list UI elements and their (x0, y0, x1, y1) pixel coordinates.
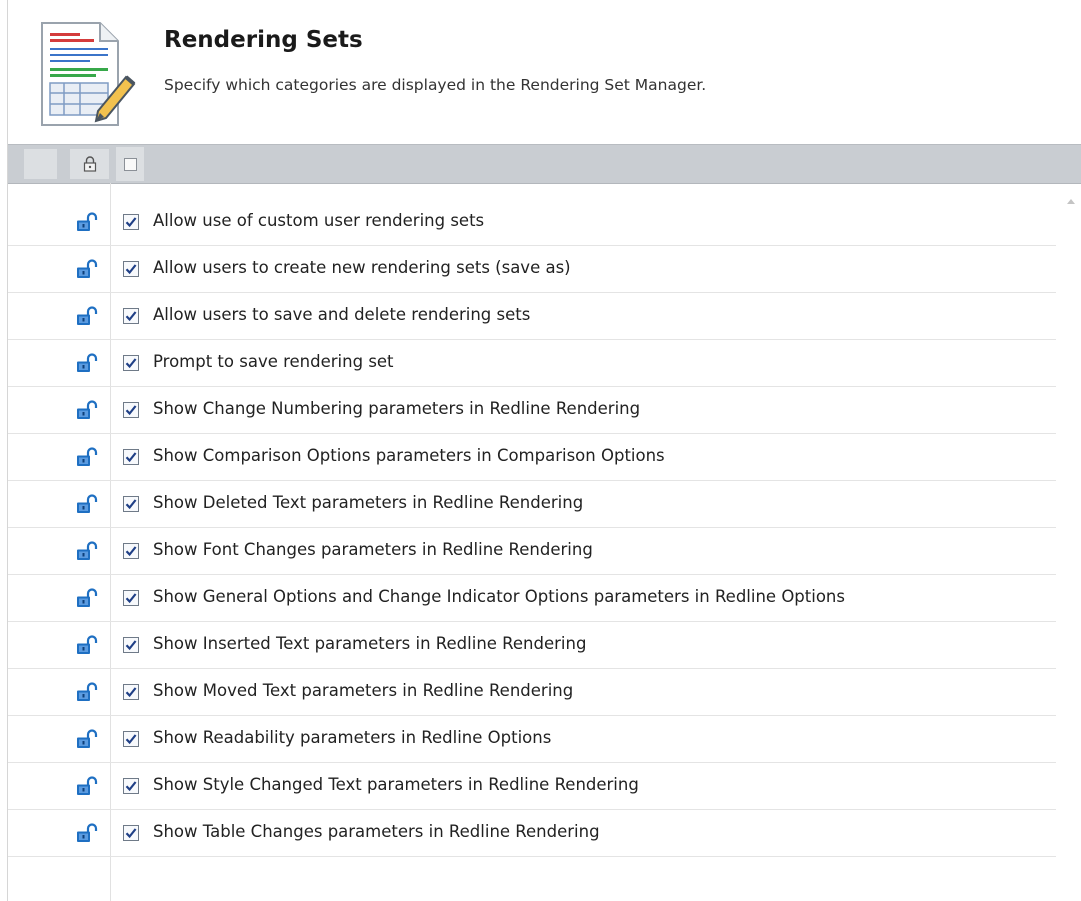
item-label: Show Table Changes parameters in Redline… (153, 822, 600, 841)
setting-row: Show Style Changed Text parameters in Re… (8, 763, 1056, 810)
setting-row: Show Deleted Text parameters in Redline … (8, 481, 1056, 528)
select-all-column-header (116, 147, 144, 181)
setting-row: Show Comparison Options parameters in Co… (8, 434, 1056, 481)
unlocked-padlock-icon[interactable] (76, 353, 98, 373)
item-checkbox[interactable] (123, 543, 139, 559)
item-label: Allow users to create new rendering sets… (153, 258, 571, 277)
item-checkbox[interactable] (123, 496, 139, 512)
unlocked-padlock-icon[interactable] (76, 541, 98, 561)
unlocked-padlock-icon[interactable] (76, 212, 98, 232)
item-label: Show Change Numbering parameters in Redl… (153, 399, 641, 418)
grid-header-bar (8, 144, 1081, 184)
item-checkbox[interactable] (123, 731, 139, 747)
item-label: Show Moved Text parameters in Redline Re… (153, 681, 574, 700)
item-checkbox[interactable] (123, 355, 139, 371)
item-label: Allow use of custom user rendering sets (153, 211, 485, 230)
item-checkbox[interactable] (123, 684, 139, 700)
item-label: Show Inserted Text parameters in Redline… (153, 634, 587, 653)
setting-row: Show Inserted Text parameters in Redline… (8, 622, 1056, 669)
setting-row: Show Table Changes parameters in Redline… (8, 810, 1056, 857)
item-label: Allow users to save and delete rendering… (153, 305, 531, 324)
unlocked-padlock-icon[interactable] (76, 400, 98, 420)
setting-row: Show Moved Text parameters in Redline Re… (8, 669, 1056, 716)
item-checkbox[interactable] (123, 590, 139, 606)
item-label: Prompt to save rendering set (153, 352, 394, 371)
lock-icon (83, 156, 96, 172)
unlocked-padlock-icon[interactable] (76, 588, 98, 608)
item-label: Show Comparison Options parameters in Co… (153, 446, 665, 465)
setting-row: Allow users to create new rendering sets… (8, 246, 1056, 293)
unlocked-padlock-icon[interactable] (76, 682, 98, 702)
page-subtitle: Specify which categories are displayed i… (164, 76, 707, 94)
unlocked-padlock-icon[interactable] (76, 776, 98, 796)
item-checkbox[interactable] (123, 778, 139, 794)
item-checkbox[interactable] (123, 637, 139, 653)
row-selector-header (24, 149, 57, 179)
unlocked-padlock-icon[interactable] (76, 729, 98, 749)
document-edit-icon (41, 22, 136, 126)
item-checkbox[interactable] (123, 449, 139, 465)
item-label: Show Font Changes parameters in Redline … (153, 540, 593, 559)
item-checkbox[interactable] (123, 214, 139, 230)
setting-row: Allow users to save and delete rendering… (8, 293, 1056, 340)
setting-row: Prompt to save rendering set (8, 340, 1056, 387)
item-checkbox[interactable] (123, 402, 139, 418)
unlocked-padlock-icon[interactable] (76, 447, 98, 467)
item-label: Show Style Changed Text parameters in Re… (153, 775, 639, 794)
item-label: Show Deleted Text parameters in Redline … (153, 493, 584, 512)
lock-column-header[interactable] (70, 149, 109, 179)
item-label: Show Readability parameters in Redline O… (153, 728, 552, 747)
setting-row: Show Font Changes parameters in Redline … (8, 528, 1056, 575)
item-checkbox[interactable] (123, 261, 139, 277)
unlocked-padlock-icon[interactable] (76, 635, 98, 655)
unlocked-padlock-icon[interactable] (76, 823, 98, 843)
unlocked-padlock-icon[interactable] (76, 259, 98, 279)
unlocked-padlock-icon[interactable] (76, 494, 98, 514)
unlocked-padlock-icon[interactable] (76, 306, 98, 326)
setting-row: Show Change Numbering parameters in Redl… (8, 387, 1056, 434)
item-label: Show General Options and Change Indicato… (153, 587, 845, 606)
item-checkbox[interactable] (123, 825, 139, 841)
page-header: Rendering Sets Specify which categories … (8, 0, 1081, 143)
item-checkbox[interactable] (123, 308, 139, 324)
page-title: Rendering Sets (164, 27, 363, 53)
setting-row: Allow use of custom user rendering sets (8, 199, 1056, 246)
setting-row: Show General Options and Change Indicato… (8, 575, 1056, 622)
scroll-up-arrow-icon[interactable] (1066, 197, 1076, 205)
settings-grid: Allow use of custom user rendering sets … (8, 183, 1081, 901)
setting-row: Show Readability parameters in Redline O… (8, 716, 1056, 763)
select-all-checkbox[interactable] (123, 157, 137, 171)
settings-list: Allow use of custom user rendering sets … (8, 199, 1056, 857)
